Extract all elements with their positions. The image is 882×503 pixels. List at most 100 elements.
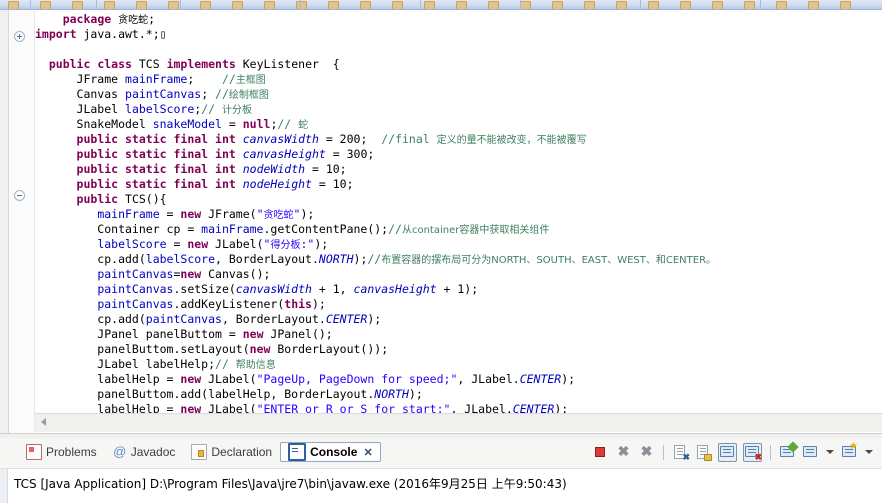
- code-token: =: [159, 207, 181, 221]
- main-toolbar-sliver[interactable]: [0, 0, 882, 10]
- save-icon[interactable]: [648, 1, 659, 9]
- code-token: null: [242, 117, 271, 131]
- console-output-area[interactable]: TCS [Java Application] D:\Program Files\…: [0, 468, 882, 503]
- tab-problems[interactable]: Problems: [18, 442, 105, 462]
- code-token: new: [180, 372, 202, 386]
- print-icon[interactable]: [360, 1, 371, 9]
- code-token: TCS(){: [118, 192, 167, 206]
- code-line[interactable]: public static final int nodeHeight = 10;: [35, 177, 882, 192]
- run-icon[interactable]: [104, 1, 115, 9]
- new-icon[interactable]: [456, 1, 467, 9]
- fold-collapse-constructor-icon[interactable]: [14, 190, 25, 201]
- code-token: ;: [201, 87, 216, 101]
- code-line[interactable]: public static final int canvasWidth = 20…: [35, 132, 882, 147]
- next-annotation-icon[interactable]: [840, 1, 851, 9]
- search-icon[interactable]: [808, 1, 819, 9]
- debug-icon[interactable]: [392, 1, 403, 9]
- code-line[interactable]: JLabel labelScore;// 计分板: [35, 102, 882, 117]
- code-line[interactable]: labelHelp = new JLabel("PageUp, PageDown…: [35, 372, 882, 387]
- source-code[interactable]: package 贪吃蛇; import java.awt.*;▯ public c…: [35, 10, 882, 413]
- code-line[interactable]: import java.awt.*;▯: [35, 27, 882, 42]
- next-annotation-icon[interactable]: [520, 1, 531, 9]
- code-line[interactable]: paintCanvas.setSize(canvasWidth + 1, can…: [35, 282, 882, 297]
- next-annotation-icon[interactable]: [200, 1, 211, 9]
- editor-horizontal-scrollbar[interactable]: [35, 413, 882, 432]
- open-console-button[interactable]: ★: [841, 441, 858, 461]
- debug-icon[interactable]: [712, 1, 723, 9]
- scroll-lock-button[interactable]: [695, 444, 712, 461]
- prev-annotation-icon[interactable]: [552, 1, 563, 9]
- code-line[interactable]: [35, 42, 882, 57]
- print-icon[interactable]: [40, 1, 51, 9]
- new-icon[interactable]: [136, 1, 147, 9]
- code-line[interactable]: cp.add(paintCanvas, BorderLayout.CENTER)…: [35, 312, 882, 327]
- code-line[interactable]: Container cp = mainFrame.getContentPane(…: [35, 222, 882, 237]
- back-icon[interactable]: [264, 1, 275, 9]
- code-line[interactable]: JLabel labelHelp;// 帮助信息: [35, 357, 882, 372]
- code-line[interactable]: panelButtom.add(labelHelp, BorderLayout.…: [35, 387, 882, 402]
- code-token: 蛇: [298, 120, 309, 131]
- code-line[interactable]: labelHelp = new JLabel("ENTER or R or S …: [35, 402, 882, 413]
- code-token: public class: [48, 57, 132, 71]
- new-icon[interactable]: [776, 1, 787, 9]
- console-launch-status: TCS [Java Application] D:\Program Files\…: [14, 477, 567, 491]
- code-line[interactable]: package 贪吃蛇;: [35, 12, 882, 27]
- tab-declaration[interactable]: Declaration: [183, 442, 280, 462]
- tab-javadoc[interactable]: @ Javadoc: [105, 442, 184, 462]
- code-token: );: [408, 387, 423, 401]
- code-line[interactable]: panelButtom.setLayout(new BorderLayout()…: [35, 342, 882, 357]
- forward-icon[interactable]: [296, 1, 307, 9]
- code-line[interactable]: mainFrame = new JFrame("贪吃蛇");: [35, 207, 882, 222]
- display-selected-console-button[interactable]: [802, 444, 819, 461]
- scroll-left-arrow-icon[interactable]: [41, 418, 46, 426]
- lock-icon: [704, 453, 712, 461]
- search-icon[interactable]: [488, 1, 499, 9]
- editor-marker-bar[interactable]: [0, 10, 9, 433]
- search-icon[interactable]: [168, 1, 179, 9]
- x-multiple-icon: ✖: [640, 442, 653, 459]
- debug-icon[interactable]: [72, 1, 83, 9]
- code-token: , JLabel.: [450, 402, 513, 413]
- print-icon[interactable]: [680, 1, 691, 9]
- code-line[interactable]: Canvas paintCanvas; //绘制框图: [35, 87, 882, 102]
- code-line[interactable]: JPanel panelButtom = new JPanel();: [35, 327, 882, 342]
- show-console-on-error-button[interactable]: ✖: [743, 442, 762, 462]
- save-icon[interactable]: [8, 1, 19, 9]
- save-icon[interactable]: [328, 1, 339, 9]
- run-icon[interactable]: [424, 1, 435, 9]
- pin-console-button[interactable]: [779, 440, 799, 461]
- terminate-all-button[interactable]: ✖: [615, 443, 632, 461]
- code-line[interactable]: public class TCS implements KeyListener …: [35, 57, 882, 72]
- java-editor[interactable]: package 贪吃蛇; import java.awt.*;▯ public c…: [0, 10, 882, 433]
- code-line[interactable]: cp.add(labelScore, BorderLayout.NORTH);/…: [35, 252, 882, 267]
- back-icon[interactable]: [584, 1, 595, 9]
- chevron-down-icon[interactable]: [826, 450, 834, 454]
- code-token: JLabel labelHelp;: [35, 357, 216, 371]
- show-console-on-output-button[interactable]: [718, 442, 737, 462]
- remove-all-terminated-button[interactable]: ✖: [638, 442, 655, 461]
- code-line[interactable]: paintCanvas.addKeyListener(this);: [35, 297, 882, 312]
- run-icon[interactable]: [744, 1, 755, 9]
- console-toolbar[interactable]: ✖ ✖ ✖ ✖ ★: [592, 440, 874, 463]
- code-line[interactable]: paintCanvas=new Canvas();: [35, 267, 882, 282]
- fold-expand-import-icon[interactable]: [14, 31, 25, 42]
- prev-annotation-icon[interactable]: [232, 1, 243, 9]
- tab-console[interactable]: Console ✕: [280, 442, 381, 462]
- clear-console-button[interactable]: ✖: [672, 444, 690, 461]
- terminate-button[interactable]: [592, 444, 609, 461]
- code-line[interactable]: JFrame mainFrame; //主框图: [35, 72, 882, 87]
- chevron-down-icon[interactable]: [865, 450, 873, 454]
- code-token: new: [187, 237, 209, 251]
- code-token: CENTER: [325, 312, 368, 326]
- code-line[interactable]: public static final int nodeWidth = 10;: [35, 162, 882, 177]
- code-line[interactable]: public TCS(){: [35, 192, 882, 207]
- editor-folding-gutter[interactable]: [9, 10, 35, 433]
- code-line[interactable]: public static final int canvasHeight = 3…: [35, 147, 882, 162]
- tab-label: Console: [310, 445, 358, 459]
- close-icon[interactable]: ✕: [363, 446, 372, 459]
- forward-icon[interactable]: [616, 1, 627, 9]
- code-line[interactable]: SnakeModel snakeModel = null;// 蛇: [35, 117, 882, 132]
- code-line[interactable]: labelScore = new JLabel("得分板:");: [35, 237, 882, 252]
